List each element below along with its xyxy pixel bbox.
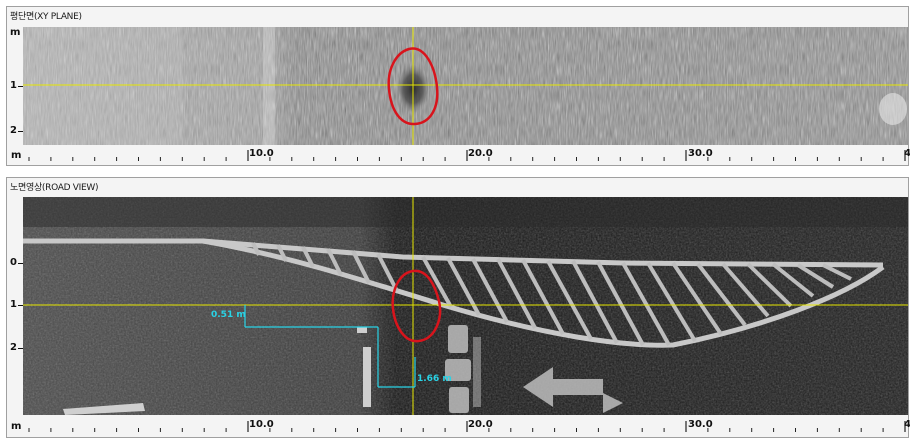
ruler-label-40: 4 — [904, 148, 910, 159]
xy-y-tick-1: 1 — [10, 80, 17, 91]
ruler-label-30: 30.0 — [688, 148, 713, 159]
ruler-ticks — [28, 421, 906, 432]
xy-distance-ruler: m 10.0 20.0 30.0 4 — [7, 146, 910, 166]
ruler-ticks — [28, 150, 906, 161]
vertical-offset-label: 1.66 m — [417, 374, 452, 384]
road-text-marking — [445, 325, 481, 413]
road-surface-view[interactable]: 0.51 m 1.66 m — [23, 197, 908, 415]
road-y-tick-2: 2 — [10, 342, 17, 353]
ruler-label-10: 10.0 — [249, 419, 274, 430]
bright-region — [23, 27, 183, 145]
road-view-panel: 노면영상(ROAD VIEW) 0 1 2 0.51 m 1.66 m m 10… — [6, 177, 910, 438]
road-y-tick-0: 0 — [10, 257, 17, 268]
horizontal-offset-label: 0.51 m — [211, 310, 246, 320]
road-y-tick-1: 1 — [10, 299, 17, 310]
xy-y-tick-2: 2 — [10, 125, 17, 136]
road-view-title: 노면영상(ROAD VIEW) — [10, 183, 99, 193]
xy-plane-title: 평단면(XY PLANE) — [10, 12, 82, 22]
ruler-label-20: 20.0 — [468, 419, 493, 430]
ruler-label-30: 30.0 — [688, 419, 713, 430]
road-distance-ruler: m 10.0 20.0 30.0 4 — [7, 417, 910, 437]
xy-y-unit: m — [10, 27, 21, 38]
road-surface-image — [23, 197, 908, 415]
xy-plane-panel: 평단면(XY PLANE) m 1 2 m 10.0 20.0 30.0 4 — [6, 6, 910, 166]
gpr-xy-scan-view[interactable] — [23, 27, 908, 145]
ruler-label-40: 4 — [904, 419, 910, 430]
ruler-label-10: 10.0 — [249, 148, 274, 159]
gpr-scan-image — [23, 27, 908, 145]
ruler-label-20: 20.0 — [468, 148, 493, 159]
